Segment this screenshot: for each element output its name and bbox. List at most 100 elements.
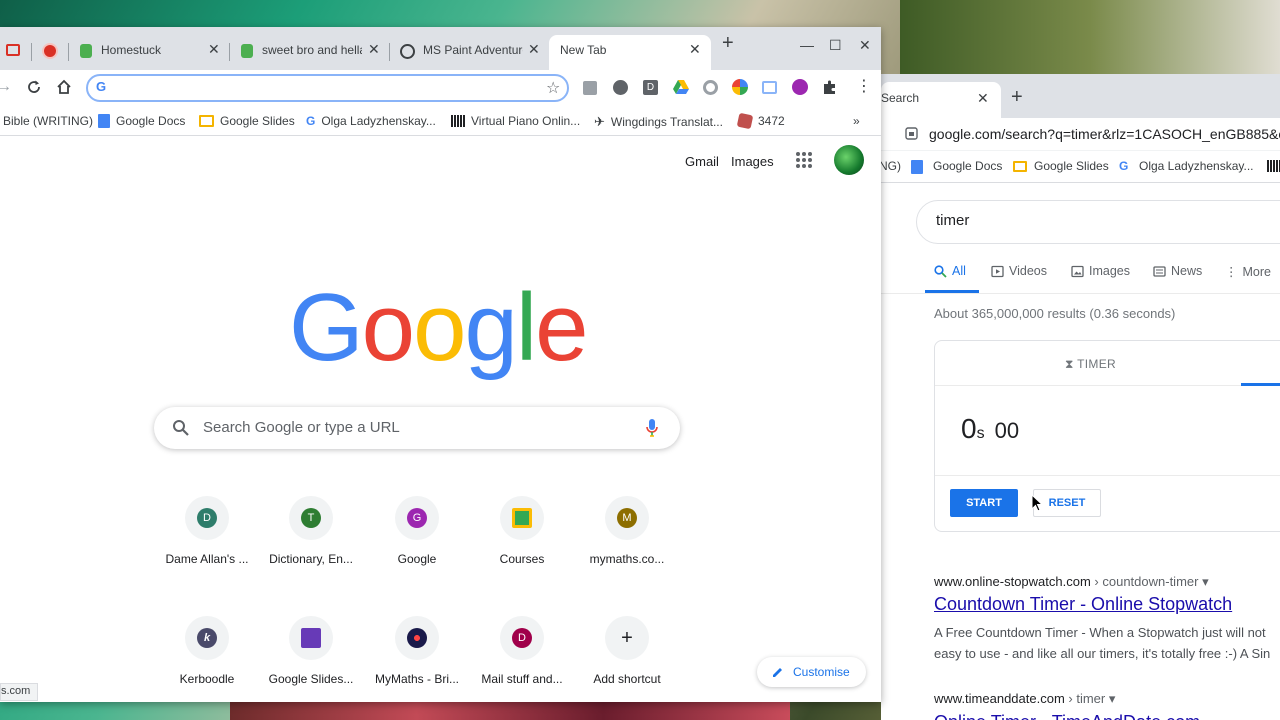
extension-icon[interactable] bbox=[762, 81, 777, 94]
extension-colorful-icon[interactable] bbox=[732, 79, 748, 95]
shortcut-icon-bg bbox=[289, 616, 333, 660]
tab-label: Videos bbox=[1009, 264, 1047, 278]
tab-images[interactable]: Images bbox=[1071, 264, 1130, 278]
logo-letter: e bbox=[535, 274, 588, 381]
cube-icon bbox=[736, 112, 754, 130]
omnibox[interactable]: G ☆ bbox=[86, 74, 569, 102]
ntp-search-box[interactable]: Search Google or type a URL bbox=[154, 407, 680, 449]
new-tab-button[interactable]: + bbox=[1011, 86, 1023, 109]
result-title-link[interactable]: Countdown Timer - Online Stopwatch bbox=[934, 594, 1232, 615]
bookmark-item[interactable]: NG) bbox=[881, 159, 901, 173]
record-icon bbox=[44, 45, 56, 57]
bookmark-item[interactable]: ✈ Wingdings Translat... bbox=[594, 114, 723, 130]
shortcut-tile[interactable]: MyMaths - Bri... bbox=[365, 616, 469, 702]
close-tab-icon[interactable]: ✕ bbox=[977, 90, 989, 107]
caret-down-icon[interactable]: ▾ bbox=[1202, 574, 1209, 589]
logo-letter: o bbox=[361, 274, 415, 381]
close-tab-icon[interactable]: ✕ bbox=[208, 41, 220, 58]
shortcut-tile[interactable]: T Dictionary, En... bbox=[259, 496, 363, 606]
start-button[interactable]: START bbox=[950, 489, 1018, 517]
timer-display[interactable]: 0s 00 bbox=[961, 413, 1019, 445]
tab-search[interactable]: Search ✕ bbox=[881, 82, 1001, 118]
tab-label: News bbox=[1171, 264, 1203, 278]
tab-ms-paint-adventures[interactable]: MS Paint Adventure ✕ bbox=[392, 35, 547, 70]
minimize-icon[interactable]: — bbox=[800, 37, 814, 53]
snippet-line: easy to use - and like all our timers, i… bbox=[934, 646, 1271, 661]
camera-icon bbox=[6, 44, 20, 56]
url-text[interactable]: google.com/search?q=timer&rlz=1CASOCH_en… bbox=[929, 126, 1280, 142]
tab-videos[interactable]: Videos bbox=[991, 264, 1047, 278]
search-query[interactable]: timer bbox=[936, 212, 969, 229]
caret-down-icon[interactable]: ▾ bbox=[1109, 691, 1116, 706]
puzzle-icon[interactable] bbox=[821, 78, 839, 96]
close-tab-icon[interactable]: ✕ bbox=[368, 41, 380, 58]
tab-new-tab[interactable]: New Tab ✕ bbox=[549, 35, 711, 70]
extension-icon[interactable] bbox=[703, 80, 718, 95]
reload-icon[interactable] bbox=[25, 78, 43, 96]
site-info-icon[interactable] bbox=[905, 127, 918, 140]
shortcut-tile[interactable]: Google Slides... bbox=[259, 616, 363, 702]
bookmark-item[interactable]: Google Docs bbox=[98, 114, 185, 128]
close-tab-icon[interactable]: ✕ bbox=[689, 41, 701, 58]
add-shortcut-tile[interactable]: + Add shortcut bbox=[575, 616, 679, 702]
result-title-link[interactable]: Online Timer - TimeAndDate.com bbox=[934, 712, 1200, 720]
gmail-link[interactable]: Gmail bbox=[685, 154, 719, 169]
address-bar[interactable]: google.com/search?q=timer&rlz=1CASOCH_en… bbox=[881, 118, 1280, 151]
bookmark-star-icon[interactable]: ☆ bbox=[546, 78, 560, 98]
shortcut-tile[interactable]: k Kerboodle bbox=[155, 616, 259, 702]
tab-more[interactable]: ⋮ More bbox=[1225, 264, 1271, 280]
search-results-window[interactable]: Search ✕ + google.com/search?q=timer&rlz… bbox=[881, 74, 1280, 720]
maximize-icon[interactable]: ☐ bbox=[829, 37, 842, 54]
tab-camera[interactable] bbox=[0, 35, 36, 70]
close-tab-icon[interactable]: ✕ bbox=[528, 41, 540, 58]
tab-record[interactable] bbox=[36, 35, 70, 70]
tab-homestuck[interactable]: Homestuck ✕ bbox=[72, 35, 230, 70]
google-drive-icon[interactable] bbox=[672, 78, 690, 96]
timer-centiseconds: 00 bbox=[994, 418, 1020, 443]
tab-all[interactable]: All bbox=[934, 264, 966, 278]
images-link[interactable]: Images bbox=[731, 154, 774, 169]
shortcut-tile[interactable]: M mymaths.co... bbox=[575, 496, 679, 606]
bookmark-item[interactable]: Google Docs bbox=[933, 159, 1002, 173]
bookmark-item[interactable]: Google Slides bbox=[199, 114, 295, 128]
bookmark-item[interactable]: 3472 bbox=[736, 112, 785, 130]
bookmark-item[interactable]: Olga Ladyzhenskay... bbox=[1139, 159, 1254, 173]
tab-news[interactable]: News bbox=[1153, 264, 1202, 278]
bookmark-label: Wingdings Translat... bbox=[610, 115, 723, 129]
tab-sweet-bro[interactable]: sweet bro and hella ✕ bbox=[232, 35, 390, 70]
shortcut-tile[interactable]: D Dame Allan's ... bbox=[155, 496, 259, 606]
hourglass-icon: ⧗ bbox=[1065, 357, 1074, 371]
search-query-box[interactable]: timer bbox=[916, 200, 1280, 244]
more-bookmarks-chevron-icon[interactable]: » bbox=[853, 114, 860, 128]
shortcut-tile[interactable]: Courses bbox=[470, 496, 574, 606]
omnibox-input[interactable] bbox=[116, 78, 536, 98]
bookmark-item[interactable]: Bible (WRITING) bbox=[3, 114, 93, 128]
result-cite: www.timeanddate.com › timer ▾ bbox=[934, 691, 1115, 707]
extension-icon[interactable] bbox=[583, 81, 597, 95]
forward-icon[interactable]: → bbox=[0, 78, 12, 96]
bookmark-label: Google Slides bbox=[220, 114, 295, 128]
extension-d-icon[interactable]: D bbox=[643, 80, 658, 95]
timer-tab[interactable]: ⧗ TIMER bbox=[1065, 357, 1116, 372]
microphone-icon[interactable] bbox=[645, 418, 659, 438]
shortcut-tile[interactable]: G Google bbox=[365, 496, 469, 606]
tab-separator bbox=[31, 43, 32, 61]
bookmark-item[interactable]: Virtual Piano Onlin... bbox=[451, 114, 580, 128]
more-vert-icon[interactable]: ⋮ bbox=[856, 76, 872, 96]
new-tab-window[interactable]: Homestuck ✕ sweet bro and hella ✕ MS Pai… bbox=[0, 27, 881, 702]
new-tab-button[interactable]: + bbox=[722, 32, 734, 55]
extension-icon[interactable] bbox=[613, 80, 628, 95]
customise-button[interactable]: Customise bbox=[757, 657, 866, 687]
reset-button[interactable]: RESET bbox=[1033, 489, 1101, 517]
shortcut-tile[interactable]: D Mail stuff and... bbox=[470, 616, 574, 702]
extension-purple-icon[interactable] bbox=[792, 79, 808, 95]
bookmark-item[interactable]: G Olga Ladyzhenskay... bbox=[306, 114, 436, 128]
google-apps-icon[interactable] bbox=[795, 151, 813, 169]
tab-separator bbox=[389, 43, 390, 61]
bookmark-item[interactable]: Google Slides bbox=[1034, 159, 1109, 173]
home-icon[interactable] bbox=[55, 78, 73, 96]
avatar[interactable] bbox=[834, 145, 864, 175]
close-window-icon[interactable]: ✕ bbox=[859, 37, 871, 54]
google-forms-icon bbox=[301, 628, 321, 648]
wallpaper-detail bbox=[900, 0, 1280, 80]
